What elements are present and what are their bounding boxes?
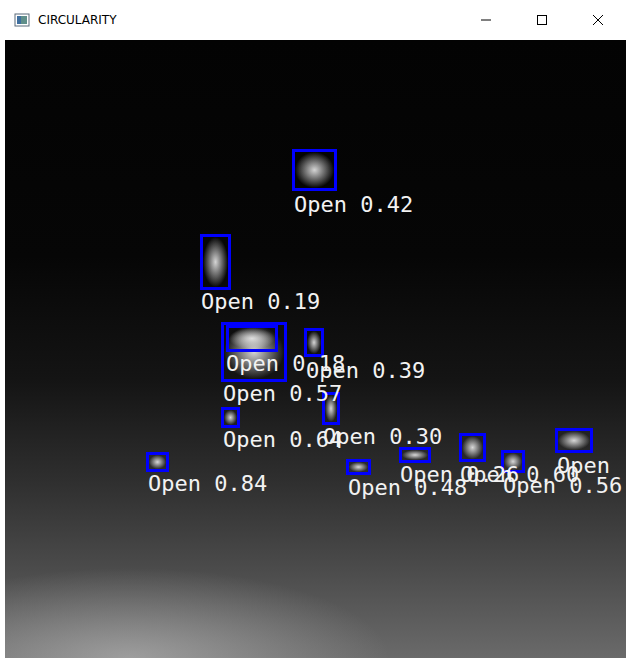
maximize-icon — [536, 14, 548, 26]
particle — [224, 410, 237, 425]
app-icon — [14, 12, 30, 28]
detection-label: Open 0.84 — [148, 473, 267, 495]
detection-label: Open 0.42 — [294, 194, 413, 216]
detection-box — [399, 447, 431, 463]
detection-box — [221, 407, 240, 428]
detection-label: Open — [557, 455, 610, 477]
particle — [462, 436, 483, 459]
close-button[interactable] — [570, 0, 626, 40]
detection-box — [459, 433, 486, 462]
detection-label: Open 0.39 — [306, 360, 425, 382]
image-view: Open 0.42Open 0.19Open 0.57Open 0.18Open… — [5, 40, 626, 658]
detection-box — [226, 325, 278, 352]
detection-label: Open 0.19 — [201, 291, 320, 313]
maximize-button[interactable] — [514, 0, 570, 40]
opencv-window: CIRCULARITY Open 0.42Open 0.19Open 0.57O… — [0, 0, 626, 658]
detection-box — [555, 428, 593, 453]
detection-box — [200, 234, 231, 290]
detection-label: Open 0.56 — [503, 475, 622, 497]
particle — [203, 237, 228, 287]
minimize-icon — [480, 14, 492, 26]
detection-box — [292, 149, 337, 191]
particle — [307, 331, 321, 354]
close-icon — [592, 14, 604, 26]
particle — [149, 455, 166, 469]
minimize-button[interactable] — [458, 0, 514, 40]
detection-box — [346, 459, 371, 475]
title-bar[interactable]: CIRCULARITY — [0, 0, 626, 40]
particle — [229, 328, 275, 349]
detection-label: Open 0.30 — [323, 426, 442, 448]
detection-box — [146, 452, 169, 472]
particle — [349, 462, 368, 472]
particle — [402, 450, 428, 460]
window-title: CIRCULARITY — [38, 13, 458, 27]
particle — [295, 152, 334, 188]
particle — [558, 431, 590, 450]
detection-label: Open 0.57 — [223, 383, 342, 405]
